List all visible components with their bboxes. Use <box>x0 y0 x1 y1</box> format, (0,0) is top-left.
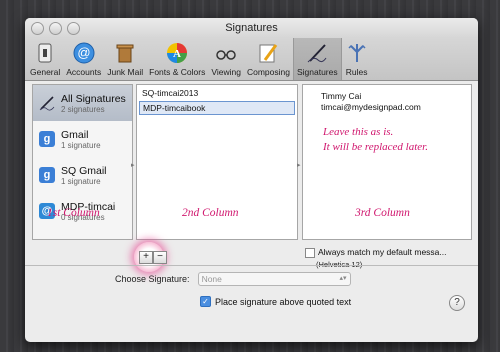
tab-composing[interactable]: Composing <box>244 38 293 80</box>
tab-junk-mail[interactable]: Junk Mail <box>104 38 146 80</box>
at-sign-icon: @ <box>72 41 96 65</box>
tab-signatures[interactable]: Signatures <box>292 38 342 80</box>
place-above-option[interactable]: ✓ Place signature above quoted text <box>200 296 351 307</box>
remove-signature-button[interactable]: − <box>153 251 167 264</box>
preview-email: timcai@mydesignpad.com <box>321 102 421 112</box>
account-name: All Signatures <box>61 92 126 105</box>
trash-bin-icon <box>113 41 137 65</box>
account-all-signatures[interactable]: All Signatures 2 signatures <box>33 85 132 121</box>
account-sq-gmail[interactable]: g SQ Gmail 1 signature <box>33 157 132 193</box>
svg-text:@: @ <box>77 45 90 60</box>
account-gmail[interactable]: g Gmail 1 signature <box>33 121 132 157</box>
signature-pen-icon <box>305 41 329 65</box>
preview-name: Timmy Cai <box>321 91 362 101</box>
zoom-button[interactable] <box>67 22 80 35</box>
signature-item-selected[interactable]: MDP-timcaibook <box>139 101 295 115</box>
chevron-updown-icon: ▴▾ <box>339 275 347 282</box>
signature-count: 2 signatures <box>61 104 105 114</box>
always-match-checkbox[interactable] <box>305 247 315 258</box>
annotation-note: Leave this as is. It will be replaced la… <box>323 126 428 153</box>
section-divider <box>25 265 478 266</box>
account-name: Gmail <box>61 128 89 141</box>
column-resize-handle[interactable]: ▸ <box>131 161 135 171</box>
pencil-note-icon <box>256 41 280 65</box>
signature-preview-text: Timmy Cai timcai@mydesignpad.com <box>321 91 421 113</box>
color-palette-icon: A <box>165 41 189 65</box>
google-g-icon: g <box>39 131 55 147</box>
add-remove-buttons: + − <box>139 251 167 264</box>
preferences-toolbar: General @ Accounts Junk Mail A Fonts & C… <box>25 38 478 81</box>
help-button[interactable]: ? <box>449 295 465 311</box>
window-title: Signatures <box>225 22 278 34</box>
general-switch-icon <box>33 41 57 65</box>
tab-rules[interactable]: Rules <box>342 38 372 80</box>
signatures-content: All Signatures 2 signatures g Gmail 1 si… <box>25 81 478 272</box>
signature-count: 1 signature <box>61 176 101 186</box>
choose-signature-label: Choose Signature: <box>115 274 190 284</box>
glasses-icon <box>214 41 238 65</box>
always-match-label: Always match my default messa... <box>318 247 447 257</box>
signatures-window: Signatures General @ Accounts Junk Mail … <box>25 18 478 342</box>
title-bar: Signatures <box>25 18 478 38</box>
add-signature-button[interactable]: + <box>139 251 153 264</box>
signature-preview-column[interactable]: Timmy Cai timcai@mydesignpad.com Leave t… <box>302 84 472 240</box>
account-name: SQ Gmail <box>61 164 107 177</box>
tab-viewing[interactable]: Viewing <box>208 38 244 80</box>
annotation-3rd-column: 3rd Column <box>355 207 410 219</box>
tab-accounts[interactable]: @ Accounts <box>63 38 104 80</box>
annotation-2nd-column: 2nd Column <box>182 207 239 219</box>
window-controls <box>31 22 80 35</box>
choose-signature-select[interactable]: None ▴▾ <box>197 272 351 286</box>
choose-signature-row: Choose Signature: None ▴▾ <box>115 272 351 286</box>
svg-text:A: A <box>173 48 181 60</box>
signature-count: 1 signature <box>61 140 101 150</box>
signature-item[interactable]: SQ-timcai2013 <box>139 87 295 99</box>
signature-pen-icon <box>39 95 55 111</box>
column-resize-handle[interactable]: ▸ <box>297 161 301 171</box>
annotation-1st-column: 1st Column <box>47 207 100 219</box>
signatures-column: SQ-timcai2013 MDP-timcaibook 2nd Column <box>136 84 298 240</box>
tab-general[interactable]: General <box>27 38 63 80</box>
close-button[interactable] <box>31 22 44 35</box>
tab-fonts-colors[interactable]: A Fonts & Colors <box>146 38 208 80</box>
accounts-column: All Signatures 2 signatures g Gmail 1 si… <box>32 84 133 240</box>
always-match-option[interactable]: Always match my default messa... <box>305 247 447 258</box>
minimize-button[interactable] <box>49 22 62 35</box>
google-g-icon: g <box>39 167 55 183</box>
place-above-label: Place signature above quoted text <box>215 296 352 307</box>
place-above-checkbox[interactable]: ✓ <box>200 296 211 307</box>
rules-arrows-icon <box>345 41 369 65</box>
